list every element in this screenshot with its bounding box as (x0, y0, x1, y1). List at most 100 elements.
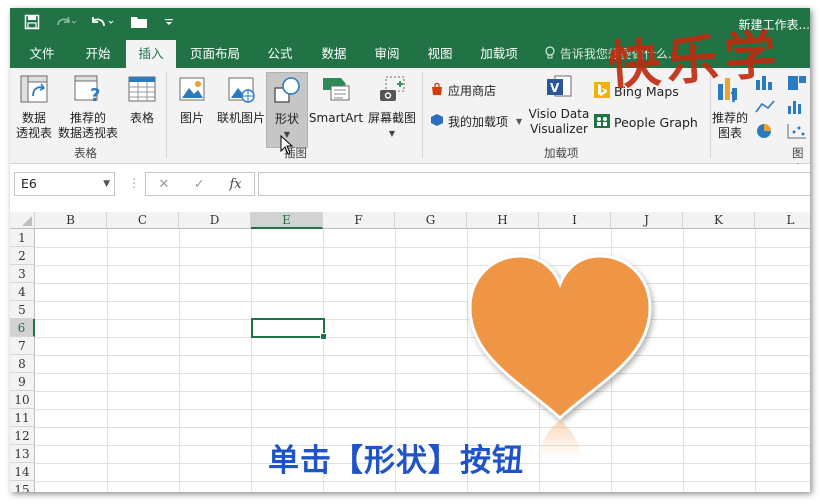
tab-data[interactable]: 数据 (308, 40, 360, 68)
people-graph-button[interactable]: People Graph (594, 113, 698, 132)
tab-home[interactable]: 开始 (72, 40, 124, 68)
pictures-button[interactable]: 图片 (172, 74, 212, 126)
tab-insert[interactable]: 插入 (126, 40, 176, 68)
tab-formulas[interactable]: 公式 (254, 40, 306, 68)
splitter-dots-icon[interactable]: ⋮ (128, 176, 140, 190)
my-addins-label: 我的加载项 (448, 115, 509, 129)
column-header-h[interactable]: H (467, 212, 539, 229)
enter-icon[interactable]: ✓ (194, 177, 205, 192)
smartart-icon (308, 74, 364, 108)
column-header-l[interactable]: L (755, 212, 810, 229)
grid-line (35, 481, 810, 482)
row-header-13[interactable]: 13 (10, 445, 35, 463)
people-graph-label: People Graph (614, 115, 698, 130)
addins-group-label: 加载项 (544, 146, 579, 160)
tab-page-layout[interactable]: 页面布局 (180, 40, 250, 68)
formula-input[interactable] (258, 172, 810, 196)
tab-addins[interactable]: 加载项 (468, 40, 530, 68)
name-box[interactable]: E6 ▼ (14, 172, 115, 196)
row-header-4[interactable]: 4 (10, 283, 35, 301)
grid-line (35, 283, 810, 284)
bar-chart-icon[interactable] (786, 98, 808, 120)
save-icon[interactable] (24, 14, 40, 34)
grid-line (251, 229, 252, 492)
column-header-g[interactable]: G (395, 212, 467, 229)
row-header-9[interactable]: 9 (10, 373, 35, 391)
grid-line (35, 427, 810, 428)
name-box-dropdown-icon[interactable]: ▼ (103, 173, 110, 195)
shapes-icon (267, 75, 307, 109)
row-header-10[interactable]: 10 (10, 391, 35, 409)
logo-watermark: 快乐学 (606, 23, 785, 97)
online-pictures-button[interactable]: 联机图片 (214, 74, 268, 126)
redo-icon[interactable] (54, 15, 77, 33)
visio-icon: V (526, 74, 592, 104)
row-header-1[interactable]: 1 (10, 229, 35, 247)
undo-icon[interactable] (90, 15, 116, 33)
active-cell-e6[interactable] (251, 318, 327, 340)
line-chart-icon[interactable] (754, 98, 778, 120)
grid-line (179, 229, 180, 492)
column-header-i[interactable]: I (539, 212, 611, 229)
row-header-6[interactable]: 6 (10, 319, 35, 337)
pie-chart-icon[interactable] (754, 122, 778, 144)
svg-text:V: V (550, 81, 560, 95)
column-header-d[interactable]: D (179, 212, 251, 229)
heart-shape[interactable] (462, 248, 658, 462)
store-button[interactable]: 应用商店 (430, 82, 496, 99)
svg-text:?: ? (730, 90, 738, 104)
scatter-chart-icon[interactable] (786, 122, 808, 144)
smartart-button[interactable]: SmartArt (308, 74, 364, 126)
recommended-pivot-label-1: 推荐的 (69, 111, 106, 125)
visio-label-2: Visualizer (530, 122, 588, 136)
column-header-e[interactable]: E (251, 212, 323, 229)
column-header-f[interactable]: F (323, 212, 395, 229)
picture-icon (172, 74, 212, 108)
store-icon (430, 82, 444, 99)
grid-line (107, 229, 108, 492)
shapes-label: 形状 (274, 112, 299, 126)
table-button[interactable]: 表格 (122, 74, 162, 126)
name-box-value: E6 (21, 176, 37, 191)
row-header-14[interactable]: 14 (10, 463, 35, 481)
grid-line (35, 247, 810, 248)
hierarchy-chart-icon[interactable] (786, 74, 808, 96)
column-header-b[interactable]: B (35, 212, 107, 229)
visio-visualizer-button[interactable]: V Visio Data Visualizer (526, 74, 592, 137)
row-header-8[interactable]: 8 (10, 355, 35, 373)
tab-view[interactable]: 视图 (414, 40, 466, 68)
lightbulb-icon (544, 46, 560, 61)
row-header-12[interactable]: 12 (10, 427, 35, 445)
my-addins-icon (430, 113, 444, 130)
formula-buttons: ✕ ✓ fx (145, 172, 255, 196)
online-picture-icon (214, 74, 268, 108)
insert-function-icon[interactable]: fx (229, 177, 241, 192)
row-header-11[interactable]: 11 (10, 409, 35, 427)
column-header-c[interactable]: C (107, 212, 179, 229)
pivot-table-button[interactable]: 数据 透视表 (14, 74, 54, 141)
my-addins-button[interactable]: 我的加载项 ▼ (430, 113, 522, 130)
select-all-corner[interactable] (10, 212, 35, 229)
grid-line (35, 319, 810, 320)
formula-bar: E6 ▼ ⋮ ✕ ✓ fx (10, 164, 810, 206)
row-header-15[interactable]: 15 (10, 481, 35, 492)
mouse-cursor-icon (280, 135, 294, 155)
tab-file[interactable]: 文件 (16, 40, 68, 68)
column-header-j[interactable]: J (611, 212, 683, 229)
row-header-2[interactable]: 2 (10, 247, 35, 265)
tab-review[interactable]: 审阅 (362, 40, 412, 68)
open-folder-icon[interactable] (130, 15, 148, 33)
recommended-charts-label-2: 图表 (717, 126, 742, 140)
column-header-k[interactable]: K (683, 212, 755, 229)
row-header-5[interactable]: 5 (10, 301, 35, 319)
row-header-7[interactable]: 7 (10, 337, 35, 355)
cancel-icon[interactable]: ✕ (158, 177, 169, 192)
customize-qat-icon[interactable] (162, 15, 176, 33)
tutorial-caption: 单击【形状】按钮 (268, 443, 524, 479)
grid-line (35, 301, 810, 302)
screenshot-button[interactable]: 屏幕截图 ▼ (364, 74, 420, 141)
row-header-3[interactable]: 3 (10, 265, 35, 283)
store-label: 应用商店 (448, 84, 497, 98)
recommended-pivot-button[interactable]: ? 推荐的 数据透视表 (56, 74, 120, 141)
group-separator (422, 72, 423, 158)
